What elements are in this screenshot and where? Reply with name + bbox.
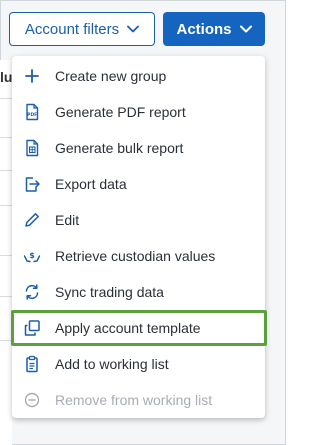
chevron-down-icon (127, 25, 140, 33)
actions-dropdown-menu: Create new group PDF Generate PDF report… (11, 56, 267, 418)
table-divider (0, 98, 12, 99)
export-icon (23, 175, 41, 193)
toolbar: Account filters Actions (0, 0, 286, 60)
sync-icon (23, 283, 41, 301)
menu-item-label: Remove from working list (55, 392, 213, 408)
account-filters-label: Account filters (24, 20, 120, 38)
account-filters-button[interactable]: Account filters (9, 12, 155, 46)
menu-item-apply-account-template[interactable]: Apply account template (11, 310, 267, 346)
table-divider (0, 296, 12, 297)
table-divider (0, 170, 12, 171)
svg-text:PDF: PDF (27, 112, 37, 118)
menu-item-generate-pdf-report[interactable]: PDF Generate PDF report (12, 94, 265, 130)
menu-item-label: Create new group (55, 68, 167, 84)
minus-circle-icon (23, 391, 41, 409)
hand-dollar-icon: $ (23, 247, 41, 265)
menu-item-sync-trading-data[interactable]: Sync trading data (12, 274, 265, 310)
menu-item-label: Sync trading data (55, 284, 164, 300)
table-divider (0, 255, 12, 256)
menu-item-label: Generate PDF report (55, 104, 186, 120)
plus-icon (23, 67, 41, 85)
copy-template-icon (23, 319, 41, 337)
actions-button[interactable]: Actions (163, 12, 265, 46)
clipboard-icon (23, 355, 41, 373)
menu-item-label: Add to working list (55, 356, 169, 372)
table-divider (0, 205, 12, 206)
bulk-file-icon (23, 139, 41, 157)
pdf-file-icon: PDF (23, 103, 41, 121)
chevron-down-icon (239, 25, 252, 33)
menu-item-label: Edit (55, 212, 80, 228)
table-divider (0, 137, 12, 138)
menu-item-label: Apply account template (55, 320, 201, 336)
menu-item-label: Export data (55, 176, 127, 192)
pencil-icon (23, 211, 41, 229)
menu-item-generate-bulk-report[interactable]: Generate bulk report (12, 130, 265, 166)
menu-item-label: Generate bulk report (55, 140, 184, 156)
menu-item-remove-from-working-list: Remove from working list (12, 382, 265, 418)
svg-text:$: $ (29, 251, 35, 260)
menu-item-edit[interactable]: Edit (12, 202, 265, 238)
menu-item-add-to-working-list[interactable]: Add to working list (12, 346, 265, 382)
menu-item-retrieve-custodian-values[interactable]: $ Retrieve custodian values (12, 238, 265, 274)
menu-item-export-data[interactable]: Export data (12, 166, 265, 202)
menu-item-label: Retrieve custodian values (55, 248, 216, 264)
background-table-strip (0, 60, 12, 445)
background-column-header: lu (0, 69, 12, 85)
actions-label: Actions (176, 20, 232, 38)
menu-item-create-new-group[interactable]: Create new group (12, 58, 265, 94)
